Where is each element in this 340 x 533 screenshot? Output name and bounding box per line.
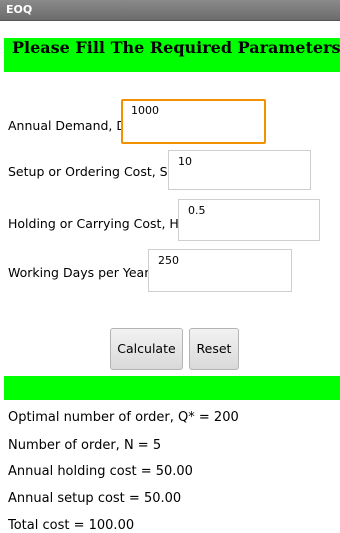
result-num-orders: Number of order, N = 5 xyxy=(8,438,162,453)
result-optimal-order: Optimal number of order, Q* = 200 xyxy=(8,410,239,425)
result-band xyxy=(4,376,340,400)
reset-button[interactable]: Reset xyxy=(189,328,239,370)
holding-cost-label: Holding or Carrying Cost, H xyxy=(8,216,179,231)
result-total-cost: Total cost = 100.00 xyxy=(8,518,135,533)
app-title: EOQ xyxy=(6,3,33,16)
setup-cost-label: Setup or Ordering Cost, S xyxy=(8,164,168,179)
annual-demand-input[interactable]: 1000 xyxy=(121,99,266,144)
annual-demand-label: Annual Demand, D xyxy=(8,118,127,133)
header-band: Please Fill The Required Parameters xyxy=(4,38,340,72)
working-days-label: Working Days per Year xyxy=(8,265,150,280)
app-titlebar: EOQ xyxy=(0,0,340,21)
result-annual-setup: Annual setup cost = 50.00 xyxy=(8,491,182,506)
page-title: Please Fill The Required Parameters xyxy=(12,38,340,57)
result-annual-holding: Annual holding cost = 50.00 xyxy=(8,464,193,479)
setup-cost-input[interactable]: 10 xyxy=(168,150,311,190)
holding-cost-input[interactable]: 0.5 xyxy=(178,199,320,241)
working-days-input[interactable]: 250 xyxy=(148,249,292,292)
calculate-button[interactable]: Calculate xyxy=(110,328,183,370)
